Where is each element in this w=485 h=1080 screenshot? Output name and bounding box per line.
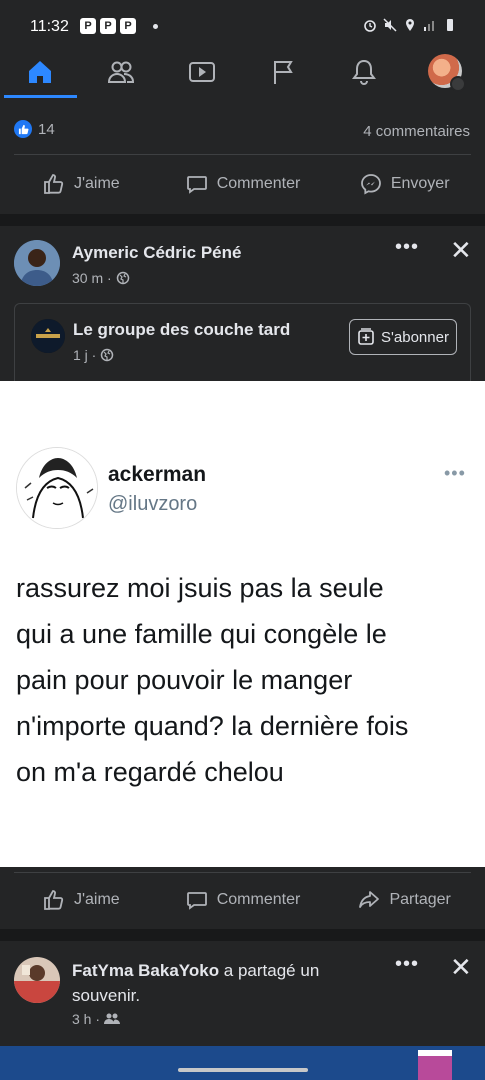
friends-icon [107, 61, 135, 83]
post-image-tweet-screenshot[interactable]: ackerman @iluvzoro ••• rassurez moi jsui… [0, 381, 485, 867]
clock: 11:32 [30, 18, 69, 35]
next-post-time[interactable]: 3 h · [72, 1011, 100, 1027]
comment-label: Commenter [216, 891, 301, 908]
comment-label: Commenter [216, 175, 301, 192]
comment-icon [186, 176, 207, 194]
hide-post-button[interactable]: ✕ [450, 237, 472, 263]
battery-icon [447, 19, 453, 31]
post-meta: 30 m · [72, 270, 130, 286]
app-notification-icon: P [120, 18, 136, 34]
post-time[interactable]: 30 m · [72, 270, 112, 286]
shared-group-header: Le groupe des couche tard 1 j · S'abonne… [14, 303, 471, 381]
system-icons [363, 18, 457, 32]
tweet-author-avatar [16, 447, 98, 529]
notification-app-icons: P P P [80, 18, 136, 34]
image-preview-detail [418, 1054, 452, 1080]
bell-icon [352, 59, 376, 85]
like-button[interactable]: J'aime [0, 880, 162, 920]
post-actions: J'aime Commenter Partager [0, 880, 485, 920]
hide-next-post-button[interactable]: ✕ [450, 954, 472, 980]
top-nav [0, 52, 485, 98]
author-name[interactable]: Aymeric Cédric Péné [72, 243, 241, 263]
like-button[interactable]: J'aime [0, 164, 162, 204]
nav-home[interactable] [20, 54, 60, 90]
subscribe-button[interactable]: S'abonner [349, 319, 457, 355]
nav-watch[interactable] [182, 54, 222, 90]
status-bar: 11:32 P P P [0, 0, 485, 52]
home-indicator[interactable] [178, 1068, 308, 1072]
flag-icon [274, 61, 293, 84]
mute-icon [383, 18, 397, 32]
menu-icon [450, 76, 466, 92]
share-button[interactable]: Partager [323, 880, 485, 920]
share-icon [359, 891, 380, 908]
tweet-text-line: n'importe quand? la dernière fois [16, 711, 409, 741]
thumbs-up-icon [44, 174, 64, 194]
nav-pages[interactable] [263, 54, 303, 90]
next-author-name[interactable]: FatYma BakaYoko [72, 961, 219, 980]
messenger-icon [360, 174, 381, 195]
tweet-text: rassurez moi jsuis pas la seule qui a un… [16, 565, 476, 795]
nav-friends[interactable] [101, 54, 141, 90]
comments-count[interactable]: 4 commentaires [363, 123, 470, 140]
author-avatar[interactable] [14, 240, 60, 286]
profile-menu-avatar[interactable] [428, 54, 466, 92]
like-label: J'aime [73, 175, 120, 192]
send-button[interactable]: Envoyer [323, 164, 485, 204]
globe-icon [101, 348, 114, 362]
next-post-title: FatYma BakaYoko a partagé un souvenir. [72, 958, 372, 1008]
location-icon [406, 19, 414, 31]
divider [14, 154, 471, 155]
more-notifications-dot [153, 24, 158, 29]
send-label: Envoyer [390, 175, 450, 192]
comment-button[interactable]: Commenter [162, 880, 324, 920]
like-reaction-icon [14, 120, 32, 138]
previous-post-actions: J'aime Commenter Envoyer [0, 164, 485, 204]
tweet-text-line: qui a une famille qui congèle le [16, 619, 387, 649]
nav-notifications[interactable] [344, 54, 384, 90]
friends-privacy-icon [104, 1013, 121, 1024]
tweet-more-icon: ••• [444, 463, 466, 483]
next-post-image-preview[interactable] [0, 1046, 485, 1080]
like-label: J'aime [73, 891, 120, 908]
tweet-author-handle: @iluvzoro [108, 493, 198, 515]
signal-icon [424, 21, 434, 31]
tweet-text-line: rassurez moi jsuis pas la seule [16, 573, 384, 603]
next-post-action-text-2: souvenir. [72, 986, 141, 1005]
group-post-time[interactable]: 1 j · [73, 347, 96, 363]
group-post-meta: 1 j · [73, 347, 114, 363]
next-post-action-text: a partagé un [219, 961, 320, 980]
alarm-icon [364, 20, 376, 32]
next-post-meta: 3 h · [72, 1011, 121, 1027]
group-logo[interactable] [31, 319, 65, 353]
tweet-author-name: ackerman [108, 463, 207, 486]
app-notification-icon: P [80, 18, 96, 34]
likes-count: 14 [38, 120, 55, 138]
post-options-button[interactable]: ••• [395, 236, 419, 259]
reaction-summary[interactable]: 14 [14, 120, 55, 138]
group-name[interactable]: Le groupe des couche tard [73, 320, 290, 340]
app-notification-icon: P [100, 18, 116, 34]
globe-icon [116, 271, 129, 285]
image-preview-detail [418, 1050, 452, 1056]
tweet-text-line: pain pour pouvoir le manger [16, 665, 353, 695]
watch-icon [189, 62, 215, 82]
thumbs-up-icon [44, 890, 64, 910]
comment-button[interactable]: Commenter [162, 164, 324, 204]
next-post-options-button[interactable]: ••• [395, 953, 419, 976]
divider [14, 872, 471, 873]
subscribe-label: S'abonner [381, 328, 449, 346]
home-icon [29, 61, 51, 83]
share-label: Partager [389, 891, 451, 908]
add-square-icon [358, 328, 374, 345]
comment-icon [186, 892, 207, 910]
next-author-avatar[interactable] [14, 957, 60, 1003]
tweet-text-line: on m'a regardé chelou [16, 757, 284, 787]
